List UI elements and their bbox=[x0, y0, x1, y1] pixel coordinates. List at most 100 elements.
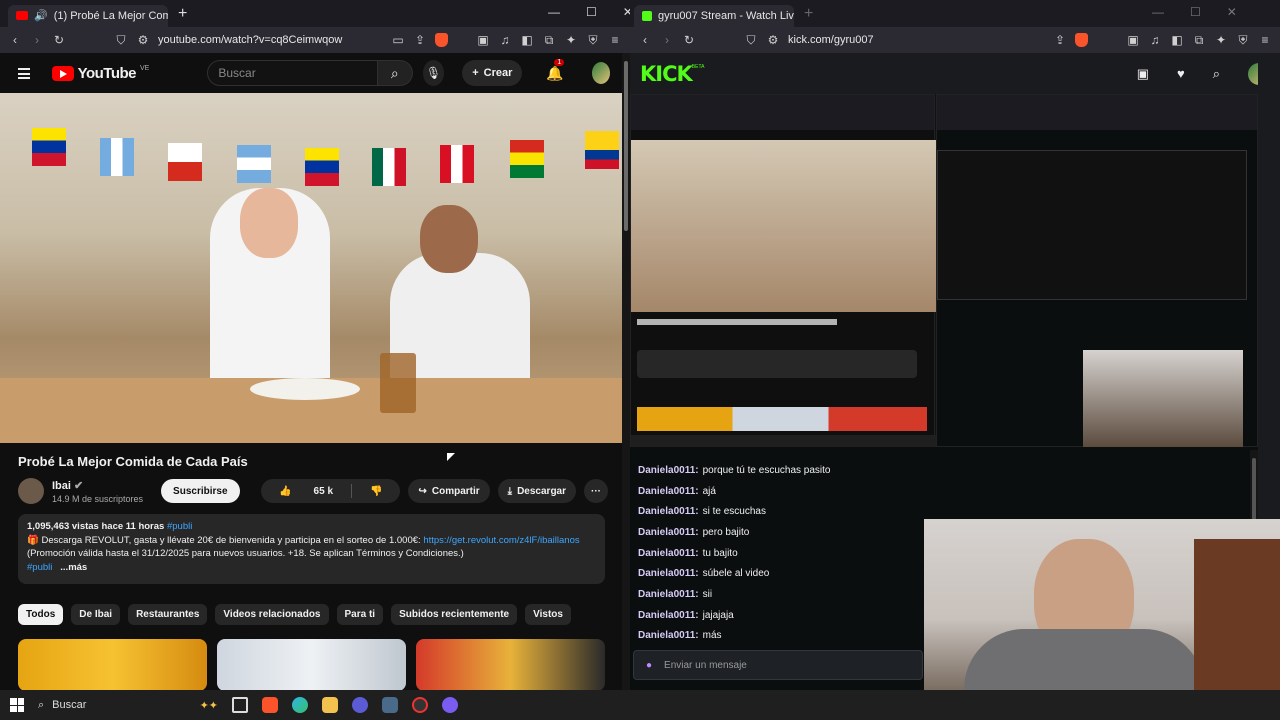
maximize-icon[interactable]: ☐ bbox=[1190, 5, 1201, 19]
obs-taskbar-icon[interactable] bbox=[412, 697, 428, 713]
bookmark-icon[interactable]: ⛉ bbox=[114, 33, 128, 48]
stream-player[interactable] bbox=[630, 94, 1258, 447]
forward-icon[interactable]: › bbox=[30, 33, 44, 47]
promo-link[interactable]: https://get.revolut.com/z4lF/ibaillanos bbox=[423, 535, 579, 546]
taskbar-search[interactable]: ⌕ Buscar ✦✦ bbox=[38, 699, 218, 712]
brave-shields-icon[interactable] bbox=[435, 33, 448, 47]
kick-logo[interactable]: KICK bbox=[640, 62, 693, 86]
address-bar[interactable]: kick.com/gyru007 bbox=[788, 34, 1045, 46]
notifications-button[interactable]: 🔔 1 bbox=[546, 58, 565, 82]
following-heart-icon[interactable]: ♥ bbox=[1177, 66, 1185, 81]
leo-icon[interactable]: ✦ bbox=[564, 33, 578, 47]
media-icon[interactable]: ♫ bbox=[1148, 33, 1162, 47]
dislike-button[interactable]: 👎 bbox=[352, 479, 400, 503]
voice-search-button[interactable]: 🎙 bbox=[422, 60, 445, 86]
search-button[interactable]: ⌕ bbox=[377, 60, 413, 86]
vpn-icon[interactable]: ⛨ bbox=[586, 33, 600, 48]
chip-todos[interactable]: Todos bbox=[18, 604, 64, 625]
search-icon[interactable]: ⌕ bbox=[1213, 66, 1220, 82]
task-view-icon[interactable] bbox=[232, 697, 248, 713]
hashtag[interactable]: #publi bbox=[167, 521, 192, 532]
show-more-link[interactable]: ...más bbox=[60, 562, 87, 573]
address-bar[interactable]: youtube.com/watch?v=cq8Ceimwqow bbox=[158, 34, 383, 46]
menu-icon[interactable]: ≡ bbox=[1258, 33, 1272, 47]
chat-input[interactable]: ● Enviar un mensaje bbox=[633, 650, 923, 680]
emote-icon[interactable]: ● bbox=[646, 660, 652, 671]
menu-icon[interactable]: ≡ bbox=[608, 33, 622, 47]
vpn-icon[interactable]: ⛨ bbox=[1236, 33, 1250, 48]
tab-kick[interactable]: gyru007 Stream - Watch Live on ✕ bbox=[634, 4, 794, 27]
reload-icon[interactable]: ↻ bbox=[682, 33, 696, 47]
related-video-thumbnail[interactable] bbox=[217, 639, 406, 690]
download-button[interactable]: ⤓ Descargar bbox=[497, 479, 576, 503]
site-info-icon[interactable]: ⚙ bbox=[766, 33, 780, 47]
chat-username[interactable]: Daniela0011: bbox=[638, 527, 699, 538]
chip-vistos[interactable]: Vistos bbox=[525, 604, 571, 625]
like-button[interactable]: 👍 65 k bbox=[261, 479, 351, 503]
minimize-icon[interactable]: — bbox=[548, 5, 560, 19]
file-explorer-icon[interactable] bbox=[322, 697, 338, 713]
guide-menu-icon[interactable] bbox=[18, 67, 30, 79]
channel-avatar[interactable] bbox=[18, 478, 44, 504]
share-button[interactable]: ↪ Compartir bbox=[408, 479, 490, 503]
app-taskbar-icon[interactable] bbox=[352, 697, 368, 713]
sidebar-icon[interactable]: ◧ bbox=[520, 33, 534, 47]
back-icon[interactable]: ‹ bbox=[638, 33, 652, 47]
back-icon[interactable]: ‹ bbox=[8, 33, 22, 47]
sidebar-icon[interactable]: ◧ bbox=[1170, 33, 1184, 47]
youtube-logo[interactable]: YouTube VE bbox=[51, 65, 149, 82]
chat-username[interactable]: Daniela0011: bbox=[638, 610, 699, 621]
media-icon[interactable]: ♫ bbox=[498, 33, 512, 47]
account-avatar[interactable] bbox=[591, 62, 611, 84]
brave-taskbar-icon[interactable] bbox=[262, 697, 278, 713]
minimize-icon[interactable]: — bbox=[1152, 5, 1164, 19]
share-page-icon[interactable]: ⇪ bbox=[413, 33, 427, 47]
subscribe-button[interactable]: Suscribirse bbox=[161, 479, 240, 503]
wallet-icon[interactable]: ▣ bbox=[1126, 33, 1140, 47]
close-window-icon[interactable]: ✕ bbox=[1227, 5, 1237, 19]
create-button[interactable]: + Crear bbox=[462, 60, 523, 86]
chip-de-ibai[interactable]: De Ibai bbox=[71, 604, 121, 625]
related-video-thumbnail[interactable] bbox=[416, 639, 605, 690]
tab-youtube[interactable]: 🔊 (1) Probé La Mejor Comida d ✕ bbox=[8, 4, 168, 27]
hashtag[interactable]: #publi bbox=[27, 562, 52, 573]
share-page-icon[interactable]: ⇪ bbox=[1053, 33, 1067, 47]
forward-icon[interactable]: › bbox=[660, 33, 674, 47]
speaker-icon[interactable]: 🔊 bbox=[34, 9, 48, 22]
start-icon[interactable] bbox=[10, 698, 24, 712]
chat-username[interactable]: Daniela0011: bbox=[638, 486, 699, 497]
chip-subidos-recientemente[interactable]: Subidos recientemente bbox=[391, 604, 518, 625]
chip-para-ti[interactable]: Para ti bbox=[336, 604, 384, 625]
chat-username[interactable]: Daniela0011: bbox=[638, 568, 699, 579]
channel-name[interactable]: Ibai ✔ bbox=[52, 479, 143, 492]
related-video-thumbnail[interactable] bbox=[18, 639, 207, 690]
chat-username[interactable]: Daniela0011: bbox=[638, 589, 699, 600]
app-taskbar-icon[interactable] bbox=[382, 697, 398, 713]
chat-username[interactable]: Daniela0011: bbox=[638, 548, 699, 559]
wallet-icon[interactable]: ▣ bbox=[476, 33, 490, 47]
reload-icon[interactable]: ↻ bbox=[52, 33, 66, 47]
cast-icon[interactable]: ▭ bbox=[391, 33, 405, 47]
maximize-icon[interactable]: ☐ bbox=[586, 5, 597, 19]
video-description[interactable]: 1,095,463 vistas hace 11 horas #publi 🎁 … bbox=[18, 514, 605, 584]
site-info-icon[interactable]: ⚙ bbox=[136, 33, 150, 47]
extensions-icon[interactable]: ⧉ bbox=[1192, 33, 1206, 48]
extensions-icon[interactable]: ⧉ bbox=[542, 33, 556, 48]
video-player[interactable] bbox=[0, 93, 622, 443]
brave-shields-icon[interactable] bbox=[1075, 33, 1088, 47]
more-actions-button[interactable]: ··· bbox=[584, 479, 608, 503]
chip-videos-relacionados[interactable]: Videos relacionados bbox=[215, 604, 329, 625]
chat-username[interactable]: Daniela0011: bbox=[638, 630, 699, 641]
leo-icon[interactable]: ✦ bbox=[1214, 33, 1228, 47]
search-input[interactable]: Buscar bbox=[207, 60, 378, 86]
chat-username[interactable]: Daniela0011: bbox=[638, 465, 699, 476]
new-tab-icon[interactable]: + bbox=[804, 5, 813, 23]
browse-icon[interactable]: ▣ bbox=[1137, 66, 1149, 82]
chip-restaurantes[interactable]: Restaurantes bbox=[128, 604, 208, 625]
discord-taskbar-icon[interactable] bbox=[442, 697, 458, 713]
new-tab-icon[interactable]: + bbox=[178, 5, 187, 23]
chat-username[interactable]: Daniela0011: bbox=[638, 506, 699, 517]
bookmark-icon[interactable]: ⛉ bbox=[744, 33, 758, 48]
edge-taskbar-icon[interactable] bbox=[292, 697, 308, 713]
youtube-scrollbar[interactable] bbox=[622, 53, 630, 690]
